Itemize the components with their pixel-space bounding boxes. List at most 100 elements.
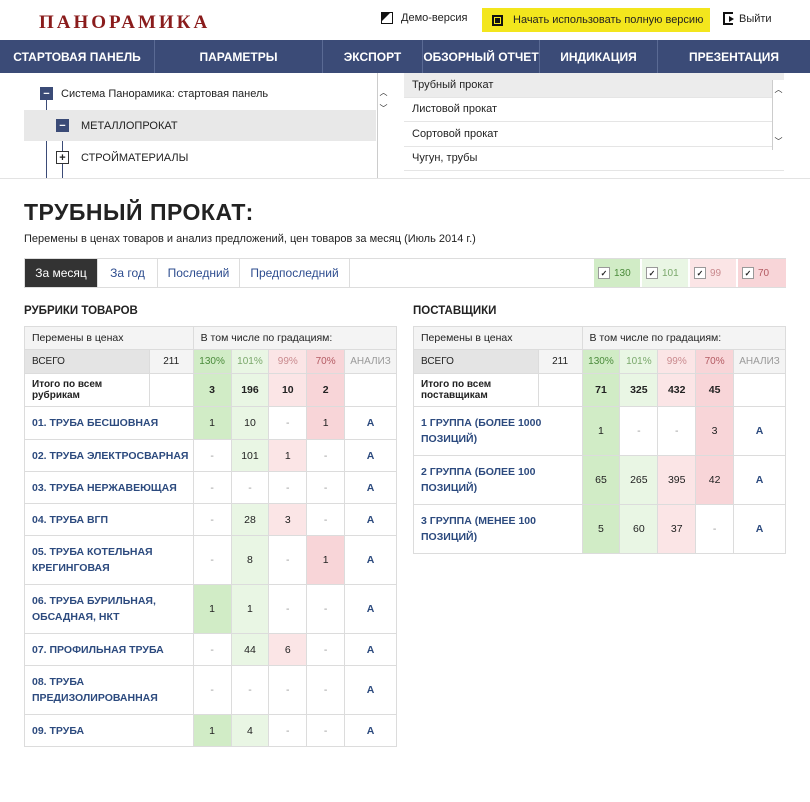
value-cell[interactable]: 65	[581, 455, 621, 505]
value-cell[interactable]: 37	[657, 504, 697, 554]
gradation-header[interactable]: 130%	[581, 349, 621, 374]
value-cell[interactable]: 1	[306, 535, 346, 585]
value-cell[interactable]: 42	[695, 455, 735, 505]
gradation-header[interactable]: 99%	[657, 349, 697, 374]
value-cell[interactable]: 1	[192, 406, 232, 440]
value-cell[interactable]: 395	[657, 455, 697, 505]
analysis-link[interactable]: А	[733, 406, 786, 456]
tab-last[interactable]: Последний	[158, 259, 240, 287]
category-tree: − Система Панорамика: стартовая панель −…	[24, 73, 389, 178]
sum-value: 3	[192, 373, 232, 407]
gradation-header[interactable]: 70%	[695, 349, 735, 374]
analysis-link[interactable]: А	[344, 665, 397, 715]
value-cell[interactable]: 1	[581, 406, 621, 456]
list-item[interactable]: Сортовой прокат	[404, 122, 784, 147]
row-name-link[interactable]: 09. ТРУБА	[24, 714, 194, 747]
check-icon[interactable]: ✓	[598, 267, 610, 279]
chevron-down-icon[interactable]: ﹀	[773, 136, 784, 147]
nav-presentation[interactable]: ПРЕЗЕНТАЦИЯ	[658, 40, 810, 73]
check-icon[interactable]: ✓	[694, 267, 706, 279]
filter-101[interactable]: ✓ 101	[642, 259, 688, 287]
row-name-link[interactable]: 01. ТРУБА БЕСШОВНАЯ	[24, 406, 194, 440]
value-cell[interactable]: 10	[230, 406, 270, 440]
gradation-header[interactable]: 101%	[619, 349, 659, 374]
value-cell[interactable]: 8	[230, 535, 270, 585]
tree-scrollbar[interactable]: ︿ ﹀	[377, 73, 389, 178]
value-cell[interactable]: 3	[268, 503, 308, 536]
analysis-link[interactable]: А	[344, 714, 397, 747]
analysis-link[interactable]: А	[344, 535, 397, 585]
full-version-button[interactable]: Начать использовать полную версию	[482, 8, 710, 32]
list-item[interactable]: Трубный прокат	[404, 73, 784, 98]
value-cell[interactable]: 44	[230, 633, 270, 666]
value-cell: -	[192, 633, 232, 666]
value-cell[interactable]: 5	[581, 504, 621, 554]
value-cell[interactable]: 1	[268, 439, 308, 472]
filter-130[interactable]: ✓ 130	[594, 259, 640, 287]
analysis-link[interactable]: А	[733, 504, 786, 554]
row-name-link[interactable]: 03. ТРУБА НЕРЖАВЕЮЩАЯ	[24, 471, 194, 504]
analysis-link[interactable]: А	[344, 406, 397, 440]
row-name-link[interactable]: 07. ПРОФИЛЬНАЯ ТРУБА	[24, 633, 194, 666]
tab-month[interactable]: За месяц	[25, 259, 98, 287]
list-scrollbar[interactable]: ︿ ﹀	[772, 80, 784, 150]
tree-node-metal[interactable]: − МЕТАЛЛОПРОКАТ	[24, 110, 376, 141]
value-cell[interactable]: 4	[230, 714, 270, 747]
nav-start-panel[interactable]: СТАРТОВАЯ ПАНЕЛЬ	[0, 40, 155, 73]
value-cell[interactable]: 1	[230, 584, 270, 634]
exit-button[interactable]: Выйти	[723, 12, 772, 25]
analysis-link[interactable]: А	[733, 455, 786, 505]
gradation-header[interactable]: 130%	[192, 349, 232, 374]
tree-node-root[interactable]: − Система Панорамика: стартовая панель	[24, 78, 376, 109]
gradation-header[interactable]: 101%	[230, 349, 270, 374]
row-name-link[interactable]: 06. ТРУБА БУРИЛЬНАЯ, ОБСАДНАЯ, НКТ	[24, 584, 194, 634]
row-name-link[interactable]: 2 ГРУППА (БОЛЕЕ 100 ПОЗИЦИЙ)	[413, 455, 583, 505]
row-name-link[interactable]: 05. ТРУБА КОТЕЛЬНАЯ КРЕГИНГОВАЯ	[24, 535, 194, 585]
value-cell[interactable]: 1	[306, 406, 346, 440]
list-item[interactable]: Листовой прокат	[404, 98, 784, 122]
brand-logo[interactable]: ПАНОРАМИКА	[39, 12, 210, 34]
value-cell[interactable]: 101	[230, 439, 270, 472]
value-cell[interactable]: 3	[695, 406, 735, 456]
check-icon[interactable]: ✓	[742, 267, 754, 279]
nav-overview-report[interactable]: ОБЗОРНЫЙ ОТЧЕТ	[423, 40, 540, 73]
tab-year[interactable]: За год	[98, 259, 158, 287]
row-name-link[interactable]: 02. ТРУБА ЭЛЕКТРОСВАРНАЯ	[24, 439, 194, 472]
analysis-link[interactable]: А	[344, 633, 397, 666]
full-version-icon	[492, 14, 503, 26]
value-cell[interactable]: 265	[619, 455, 659, 505]
gradation-header[interactable]: 99%	[268, 349, 308, 374]
nav-indication[interactable]: ИНДИКАЦИЯ	[540, 40, 658, 73]
tab-prelast[interactable]: Предпоследний	[240, 259, 350, 287]
collapse-icon[interactable]: −	[40, 87, 53, 100]
value-cell[interactable]: 1	[192, 714, 232, 747]
collapse-icon[interactable]: −	[56, 119, 69, 132]
check-icon[interactable]: ✓	[646, 267, 658, 279]
sum-value: 45	[695, 373, 735, 407]
expand-icon[interactable]: +	[56, 151, 69, 164]
value-cell[interactable]: 60	[619, 504, 659, 554]
value-cell[interactable]: 1	[192, 584, 232, 634]
analysis-link[interactable]: А	[344, 584, 397, 634]
row-name-link[interactable]: 08. ТРУБА ПРЕДИЗОЛИРОВАННАЯ	[24, 665, 194, 715]
value-cell[interactable]: 6	[268, 633, 308, 666]
analysis-link[interactable]: А	[344, 503, 397, 536]
nav-parameters[interactable]: ПАРАМЕТРЫ	[155, 40, 323, 73]
filter-99[interactable]: ✓ 99	[690, 259, 736, 287]
row-name-link[interactable]: 1 ГРУППА (БОЛЕЕ 1000 ПОЗИЦИЙ)	[413, 406, 583, 456]
chevron-up-icon[interactable]: ︿	[378, 87, 389, 98]
chevron-up-icon[interactable]: ︿	[773, 84, 784, 95]
tree-node-construction[interactable]: + СТРОЙМАТЕРИАЛЫ	[24, 142, 376, 173]
value-cell[interactable]: 28	[230, 503, 270, 536]
filter-70[interactable]: ✓ 70	[738, 259, 786, 287]
chevron-down-icon[interactable]: ﹀	[378, 103, 389, 114]
value-cell: -	[657, 406, 697, 456]
row-name-link[interactable]: 04. ТРУБА ВГП	[24, 503, 194, 536]
row-name-link[interactable]: 3 ГРУППА (МЕНЕЕ 100 ПОЗИЦИЙ)	[413, 504, 583, 554]
nav-export[interactable]: ЭКСПОРТ	[323, 40, 423, 73]
list-item[interactable]: Чугун, трубы	[404, 147, 784, 171]
demo-mode[interactable]: Демо-версия	[381, 12, 467, 24]
gradation-header[interactable]: 70%	[306, 349, 346, 374]
analysis-link[interactable]: А	[344, 439, 397, 472]
analysis-link[interactable]: А	[344, 471, 397, 504]
